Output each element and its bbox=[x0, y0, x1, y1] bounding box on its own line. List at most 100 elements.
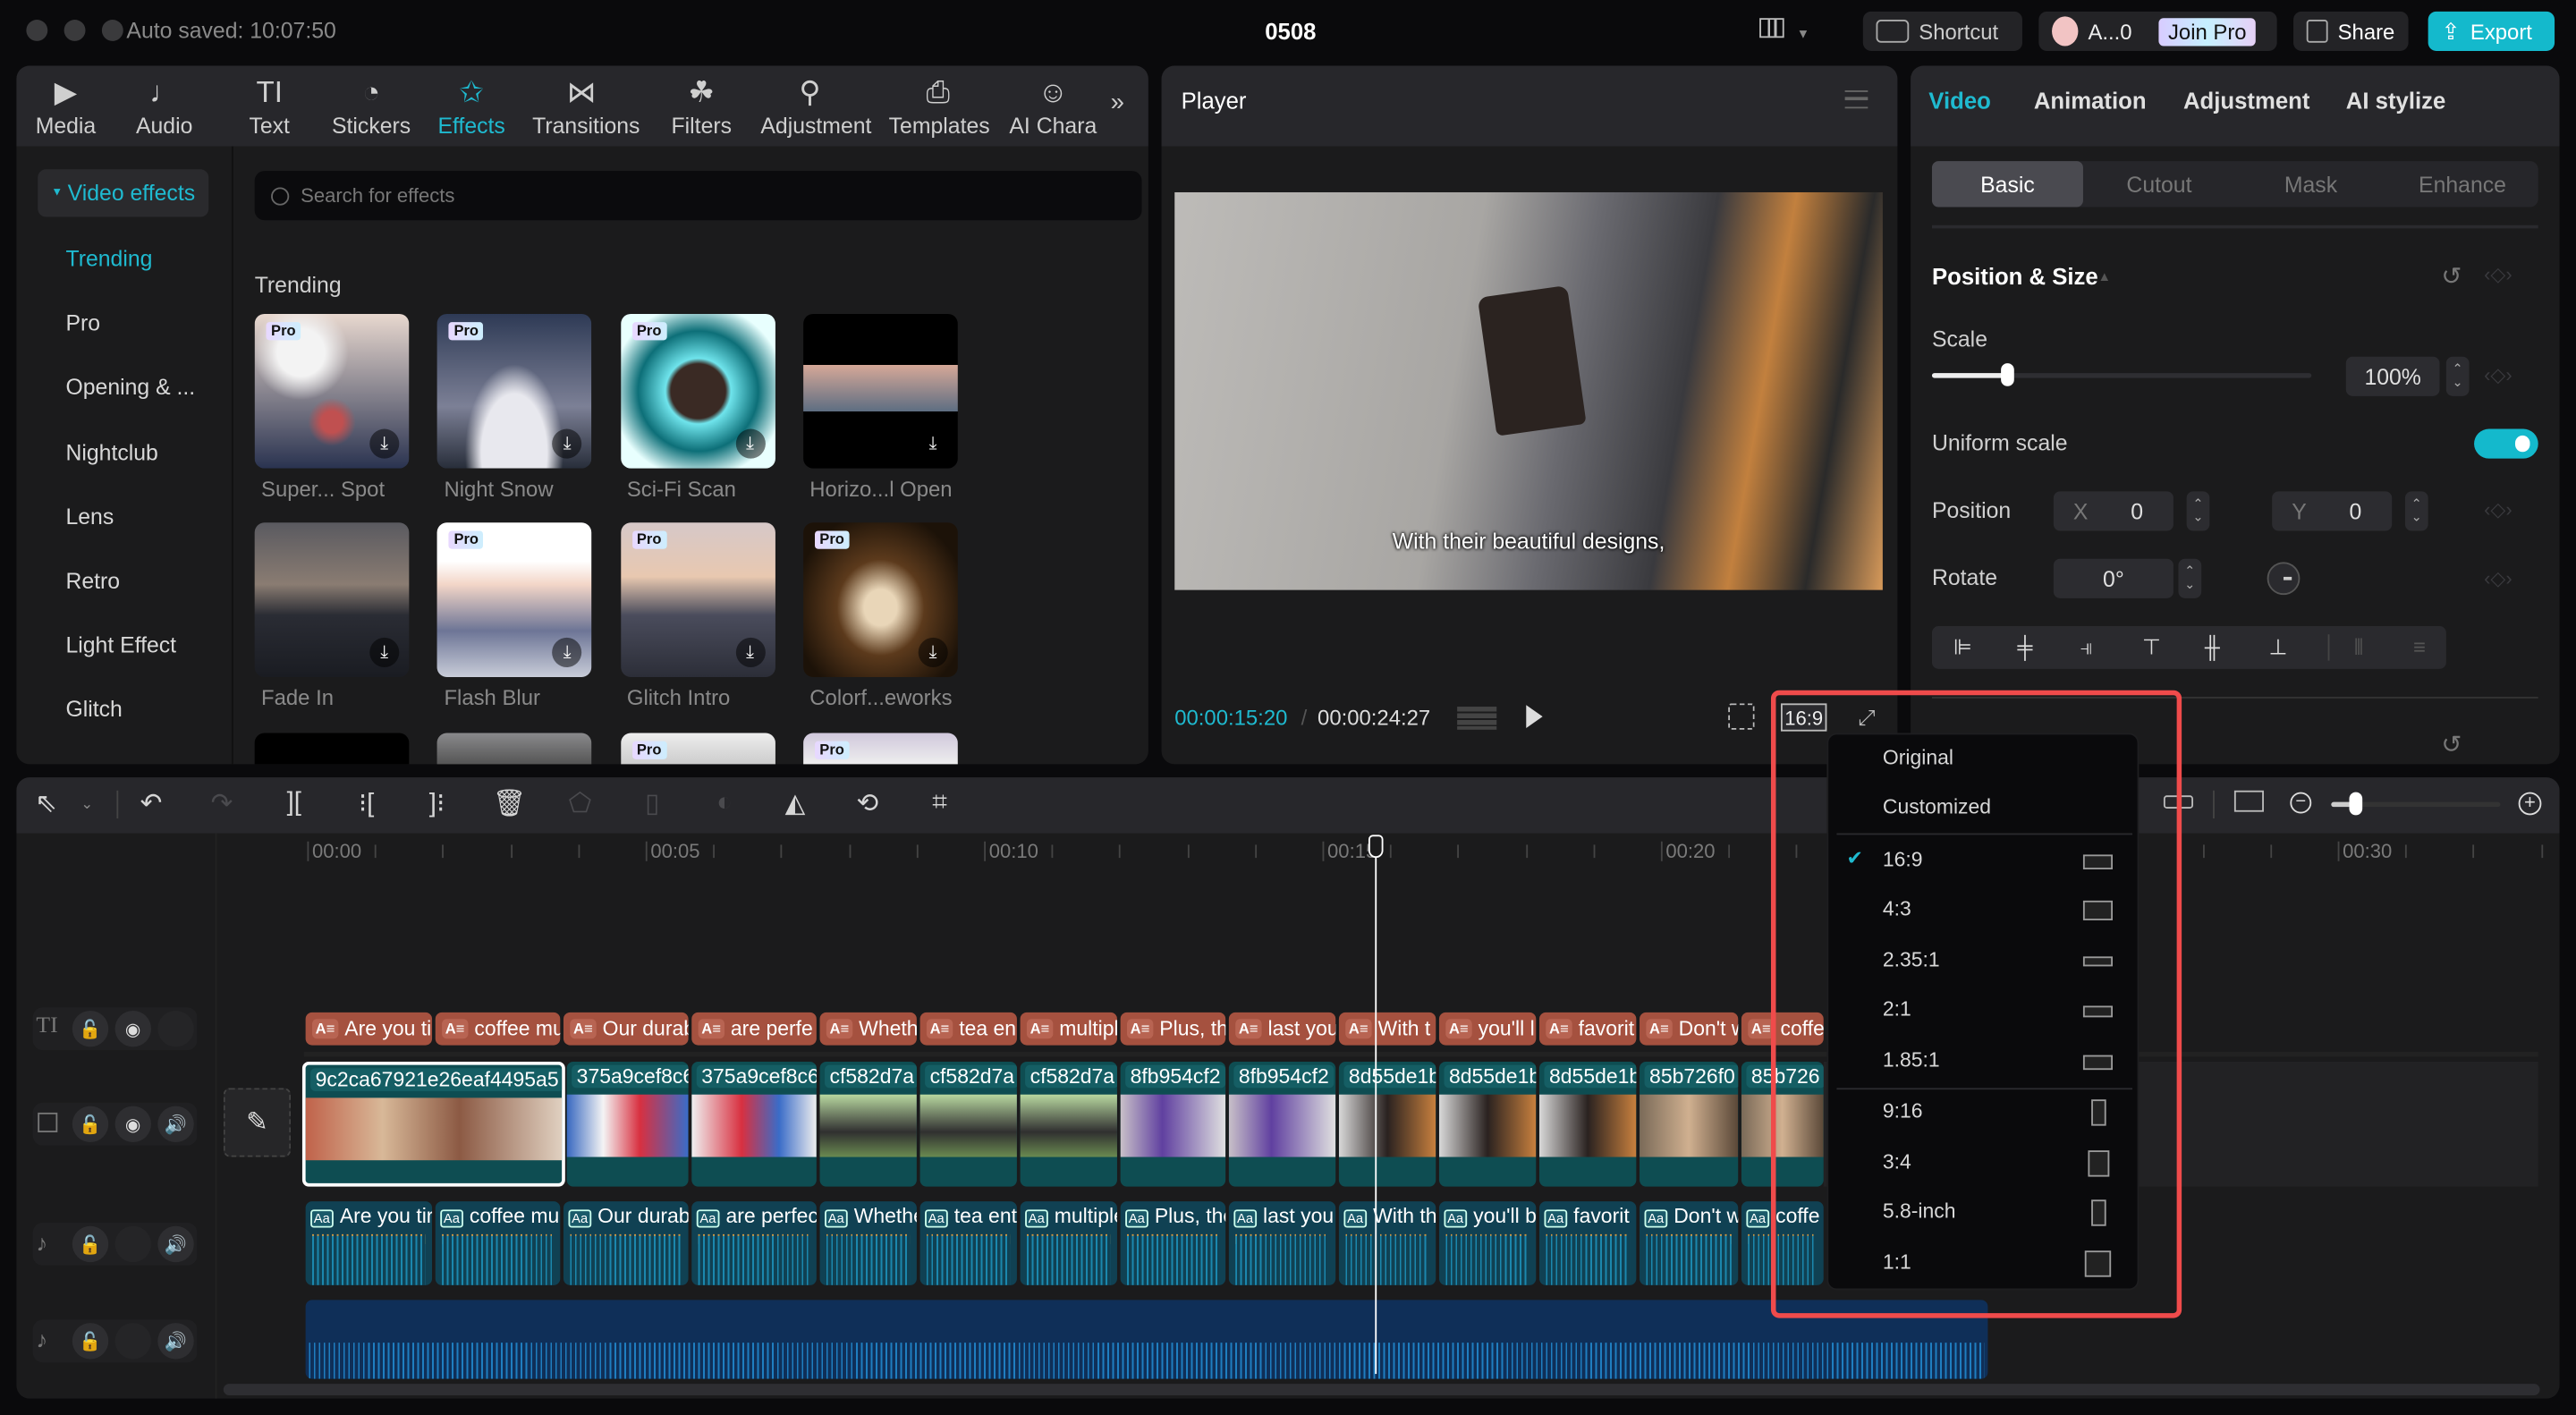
inspector-tab[interactable]: Video bbox=[1928, 87, 1991, 113]
zoom-in-icon[interactable]: + bbox=[2518, 792, 2542, 816]
uniform-scale-toggle[interactable] bbox=[2474, 428, 2538, 459]
voice-clip[interactable]: Aa Whethe bbox=[819, 1201, 917, 1285]
close-window-button[interactable] bbox=[26, 20, 48, 41]
layout-switch[interactable]: ▼ bbox=[1759, 18, 1815, 44]
effect-card[interactable]: Pro ⤓ bbox=[802, 522, 958, 678]
fit-view-icon[interactable] bbox=[1728, 703, 1755, 730]
playhead-handle[interactable] bbox=[1368, 835, 1384, 859]
text-clip[interactable]: A≡ Are you ti bbox=[305, 1012, 433, 1046]
video-clip[interactable]: 375a9cef8c6 bbox=[691, 1061, 817, 1187]
align-top-icon[interactable]: ⊤ bbox=[2142, 634, 2161, 660]
mute-track-button[interactable]: 🔊 bbox=[157, 1323, 194, 1360]
tab-templates[interactable]: ⎙ Templates bbox=[889, 71, 990, 139]
video-clip[interactable]: 8d55de1b bbox=[1438, 1061, 1537, 1187]
video-clip[interactable]: 8d55de1b bbox=[1338, 1061, 1436, 1187]
tab-ai-chara[interactable]: ☺ AI Chara bbox=[1004, 71, 1102, 139]
player-menu-icon[interactable] bbox=[1844, 90, 1868, 109]
scale-slider-thumb[interactable] bbox=[2001, 363, 2015, 386]
split-left-icon[interactable]: ⁝[ bbox=[348, 785, 384, 821]
download-icon[interactable]: ⤓ bbox=[918, 637, 948, 667]
category-item[interactable]: Lens bbox=[65, 504, 114, 530]
voice-clip[interactable]: Aa are perfec bbox=[691, 1201, 817, 1285]
zoom-out-icon[interactable]: − bbox=[2290, 792, 2312, 814]
category-item[interactable]: Opening & ... bbox=[65, 376, 195, 401]
inspector-tab[interactable]: AI stylize bbox=[2346, 87, 2445, 113]
timeline-scrollbar[interactable] bbox=[223, 1384, 2540, 1395]
hide-track-button[interactable]: ◉ bbox=[114, 1011, 151, 1047]
voice-clip[interactable]: Aa Plus, the bbox=[1120, 1201, 1226, 1285]
reset-icon[interactable]: ↺ bbox=[2441, 730, 2462, 759]
freeze-frame-icon[interactable]: ▯ bbox=[634, 785, 670, 821]
maximize-window-button[interactable] bbox=[101, 20, 123, 41]
category-item[interactable]: Pro bbox=[65, 311, 100, 336]
effect-card[interactable]: Pro bbox=[620, 733, 775, 765]
distribute-horizontal-icon[interactable]: ⫴ bbox=[2354, 634, 2363, 660]
align-right-icon[interactable]: ⫣ bbox=[2080, 634, 2092, 660]
mirror-icon[interactable]: ◭ bbox=[777, 785, 813, 821]
download-icon[interactable]: ⤓ bbox=[369, 637, 400, 667]
more-tabs-button[interactable]: » bbox=[1111, 89, 1124, 116]
category-item[interactable]: Retro bbox=[65, 569, 120, 594]
effect-card[interactable]: Pro ⤓ bbox=[620, 522, 775, 678]
position-y-input[interactable]: Y 0 bbox=[2272, 491, 2393, 531]
text-clip[interactable]: A≡ tea en bbox=[919, 1012, 1017, 1046]
text-clip[interactable]: A≡ Wheth bbox=[819, 1012, 917, 1046]
join-pro-button[interactable]: Join Pro bbox=[2157, 17, 2257, 46]
effect-card[interactable]: Pro bbox=[802, 733, 958, 765]
tab-media[interactable]: ▶ Media bbox=[16, 71, 114, 139]
waveform-toggle-icon[interactable] bbox=[1457, 707, 1497, 730]
download-icon[interactable]: ⤓ bbox=[369, 428, 400, 459]
download-icon[interactable]: ⤓ bbox=[735, 428, 766, 459]
text-clip[interactable]: A≡ Plus, th bbox=[1120, 1012, 1226, 1046]
rotate-dial[interactable] bbox=[2267, 562, 2301, 596]
tab-adjustment[interactable]: ⚲ Adjustment bbox=[760, 71, 871, 139]
rotate-input[interactable]: 0° bbox=[2053, 558, 2174, 598]
download-icon[interactable]: ⤓ bbox=[918, 428, 948, 459]
align-left-icon[interactable]: ⊫ bbox=[1953, 634, 1972, 660]
download-icon[interactable]: ⤓ bbox=[735, 637, 766, 667]
select-tool-icon[interactable]: ⇖ bbox=[28, 785, 64, 821]
effect-card[interactable]: Pro ⤓ bbox=[437, 522, 592, 678]
lock-track-button[interactable]: 🔓 bbox=[72, 1323, 109, 1360]
download-icon[interactable]: ⤓ bbox=[552, 428, 582, 459]
subtab-cutout[interactable]: Cutout bbox=[2083, 161, 2234, 207]
text-clip[interactable]: A≡ With t bbox=[1338, 1012, 1436, 1046]
playhead-line[interactable] bbox=[1375, 848, 1377, 1375]
video-clip[interactable]: 375a9cef8c6 bbox=[566, 1061, 689, 1187]
text-clip[interactable]: A≡ Our durab bbox=[563, 1012, 689, 1046]
effect-card[interactable] bbox=[254, 733, 410, 765]
voice-clip[interactable]: Aa Are you tir bbox=[305, 1201, 433, 1285]
export-button[interactable]: ⇪ Export bbox=[2428, 11, 2555, 51]
category-item[interactable]: Nightclub bbox=[65, 440, 157, 465]
video-effects-category[interactable]: ▼ Video effects bbox=[38, 169, 209, 217]
zoom-slider-thumb[interactable] bbox=[2350, 792, 2363, 816]
subtab-enhance[interactable]: Enhance bbox=[2387, 161, 2538, 207]
voice-clip[interactable]: Aa With th bbox=[1338, 1201, 1436, 1285]
align-bottom-icon[interactable]: ⊥ bbox=[2268, 634, 2287, 660]
video-clip[interactable]: 8fb954cf2 bbox=[1120, 1061, 1226, 1187]
minimize-window-button[interactable] bbox=[64, 20, 86, 41]
undo-icon[interactable]: ↶ bbox=[133, 785, 169, 821]
effect-card[interactable]: ⤓ bbox=[254, 522, 410, 678]
voice-clip[interactable]: Aa you'll b bbox=[1438, 1201, 1537, 1285]
effect-card[interactable]: Pro ⤓ bbox=[437, 313, 592, 469]
voice-clip[interactable]: Aa favorit bbox=[1538, 1201, 1637, 1285]
rotate-icon[interactable]: ⟲ bbox=[850, 785, 886, 821]
account-button[interactable]: A...0 Join Pro bbox=[2038, 11, 2277, 51]
text-clip[interactable]: A≡Don't w bbox=[1640, 1012, 1739, 1046]
category-item[interactable]: Trending bbox=[65, 247, 152, 272]
zoom-to-fit-icon[interactable] bbox=[2233, 790, 2264, 812]
reverse-icon[interactable]: ◐ bbox=[707, 785, 742, 821]
lock-track-button[interactable]: 🔓 bbox=[72, 1106, 109, 1142]
video-clip[interactable]: 85b726f0 bbox=[1640, 1061, 1739, 1187]
position-x-input[interactable]: X 0 bbox=[2053, 491, 2174, 531]
crop-icon[interactable]: ⌗ bbox=[921, 785, 957, 821]
voice-clip[interactable]: Aa multiple bbox=[1020, 1201, 1117, 1285]
reset-icon[interactable]: ↺ bbox=[2441, 261, 2462, 291]
video-clip[interactable]: 8fb954cf2 bbox=[1228, 1061, 1336, 1187]
subtab-basic[interactable]: Basic bbox=[1931, 161, 2083, 208]
collapse-caret-icon[interactable]: ▲ bbox=[2097, 269, 2111, 284]
text-clip[interactable]: A≡ you'll l bbox=[1438, 1012, 1537, 1046]
align-middle-vertical-icon[interactable]: ╫ bbox=[2205, 634, 2220, 659]
effect-card[interactable] bbox=[437, 733, 592, 765]
